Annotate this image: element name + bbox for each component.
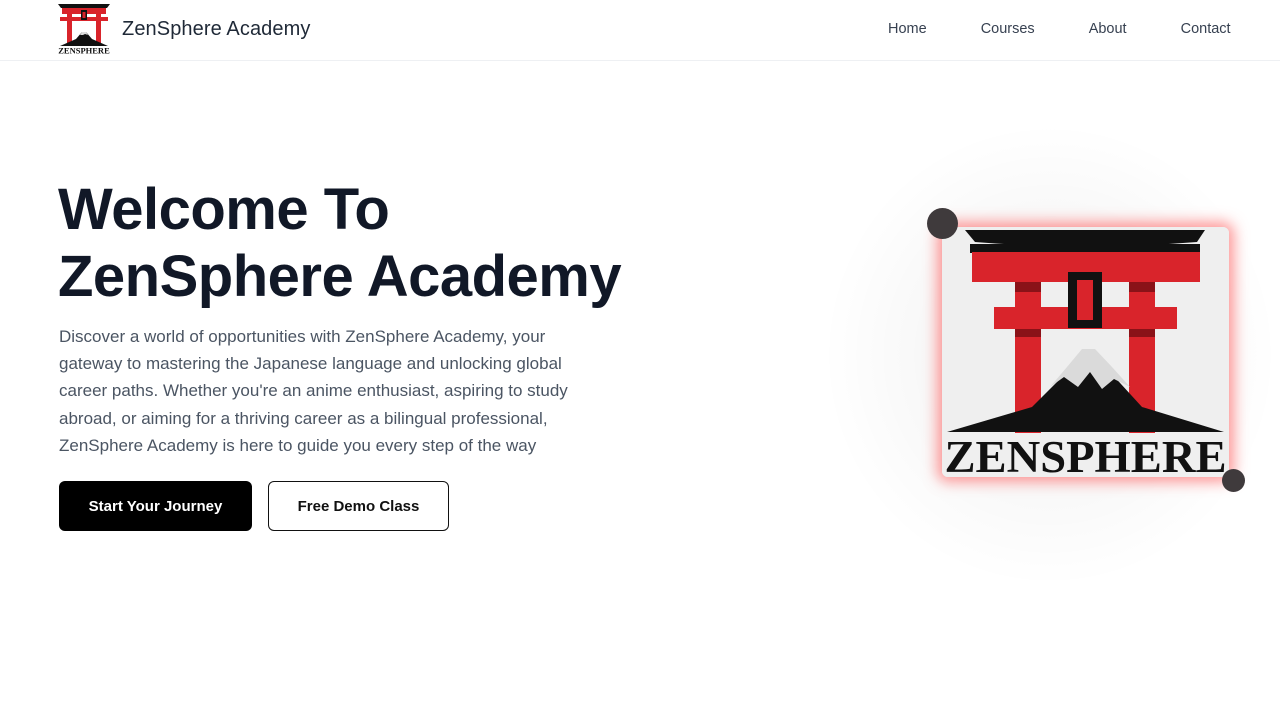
brand-name[interactable]: ZenSphere Academy [122,18,310,41]
hero-description: Discover a world of opportunities with Z… [59,327,568,455]
nav-home-link[interactable]: Home [888,21,927,37]
brand[interactable]: ZENSPHERE ZenSphere Academy [52,2,310,56]
decorative-dot-bottom [1222,469,1245,492]
hero-title-line-1: Welcome To [58,177,390,242]
nav-contact-link[interactable]: Contact [1181,21,1231,37]
hero-logo-image: ZENSPHERE [942,227,1229,477]
navbar: ZENSPHERE ZenSphere Academy Home Courses… [0,0,1280,61]
nav-courses-link[interactable]: Courses [981,21,1035,37]
torii-mountain-logo-icon: ZENSPHERE [942,227,1229,477]
free-demo-class-button[interactable]: Free Demo Class [268,481,449,531]
brand-logo-text: ZENSPHERE [58,46,110,56]
nav-about-link[interactable]: About [1089,21,1127,37]
hero-title-line-2: ZenSphere Academy [58,244,622,309]
decorative-dot-top [927,208,958,239]
logo-card-text: ZENSPHERE [945,432,1227,477]
zensphere-logo-icon: ZENSPHERE [58,4,110,56]
hero-title: Welcome To ZenSphere Academy [58,176,698,310]
start-journey-button[interactable]: Start Your Journey [59,481,252,531]
main-nav: Home Courses About Contact [888,21,1231,37]
